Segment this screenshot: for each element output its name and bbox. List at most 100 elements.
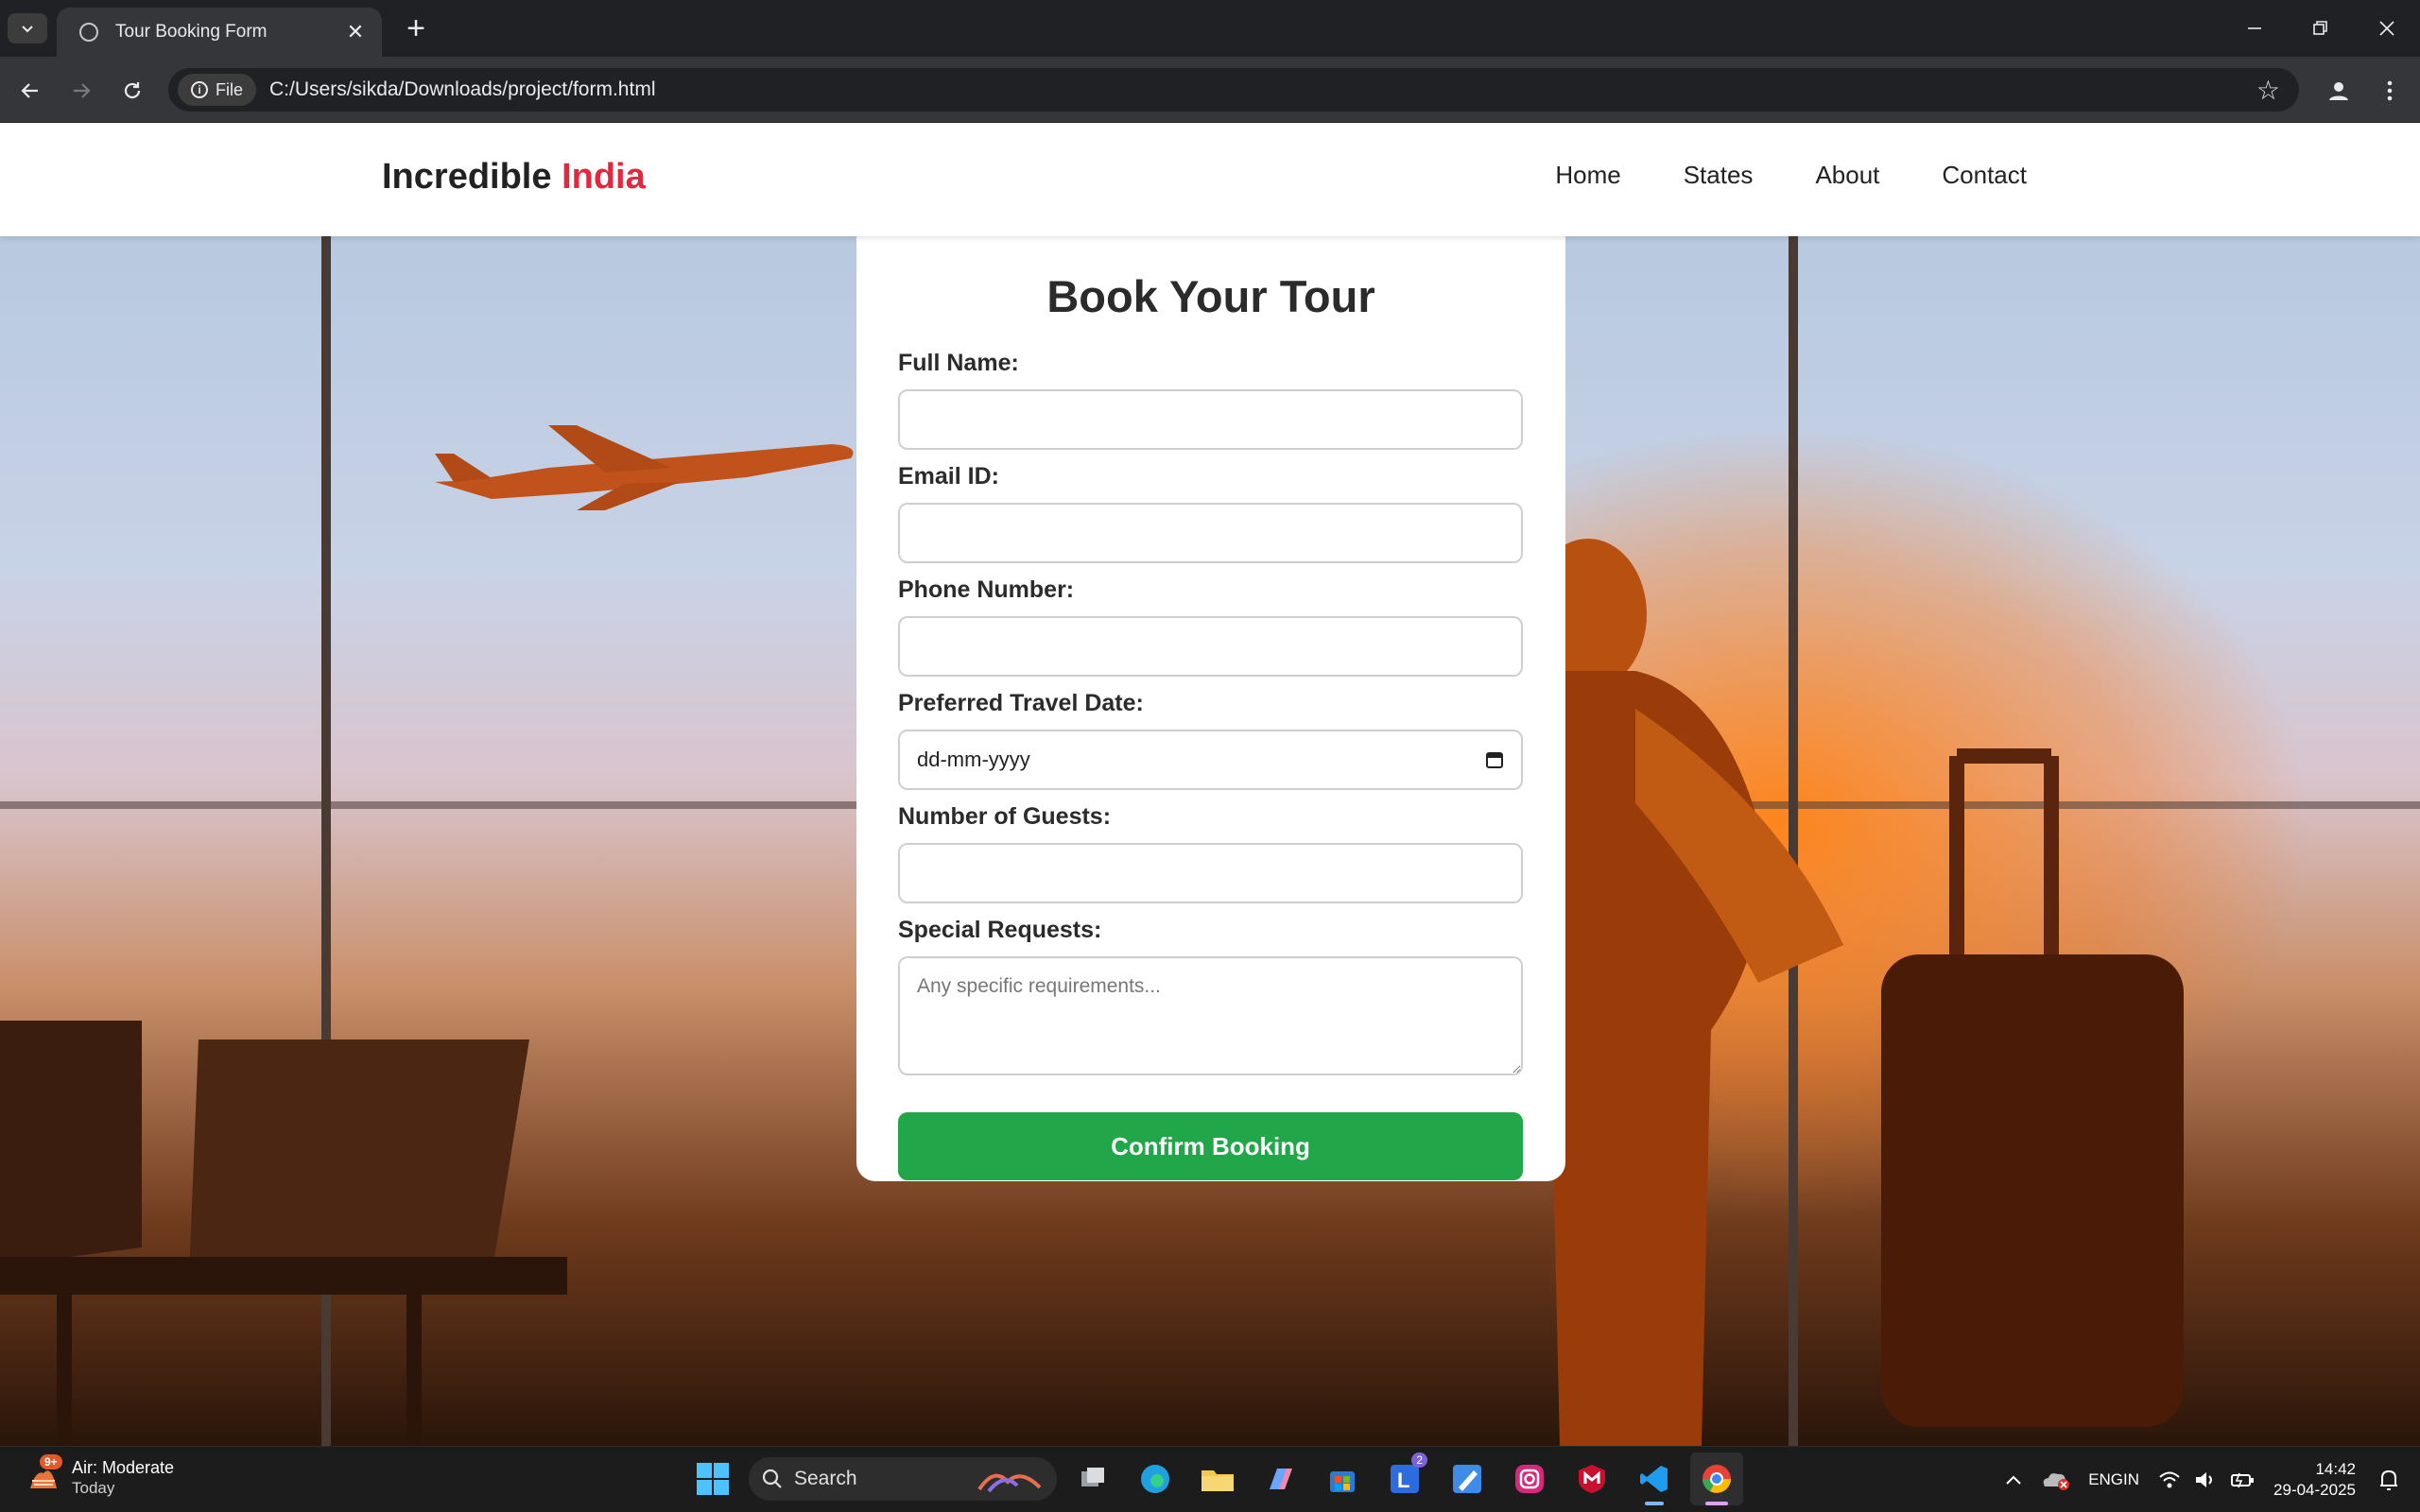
taskbar-search[interactable]: Search xyxy=(749,1457,1057,1501)
page-viewport: Incredible India Home States About Conta… xyxy=(0,123,2420,1446)
nav-link-about[interactable]: About xyxy=(1815,161,1879,190)
url-text[interactable]: C:/Users/sikda/Downloads/project/form.ht… xyxy=(269,78,2256,101)
nav-link-states[interactable]: States xyxy=(1684,161,1754,190)
app-notification-badge: 2 xyxy=(1411,1452,1427,1468)
tab-close-icon[interactable]: ✕ xyxy=(342,20,369,44)
close-icon xyxy=(2379,21,2394,36)
taskbar-apps: Search L 2 xyxy=(686,1452,1743,1505)
minimize-icon xyxy=(2248,27,2261,29)
folder-icon xyxy=(1201,1470,1234,1491)
travel-date-field: Preferred Travel Date: dd-mm-yyyy xyxy=(898,690,1524,790)
travel-date-value: dd-mm-yyyy xyxy=(917,747,1030,771)
restore-button[interactable] xyxy=(2288,0,2354,57)
search-highlight-icon xyxy=(977,1473,1042,1493)
confirm-booking-button[interactable]: Confirm Booking xyxy=(898,1112,1523,1180)
site-info-chip[interactable]: i File xyxy=(178,74,257,106)
browser-tabstrip: Tour Booking Form ✕ + xyxy=(0,0,2420,57)
edge-icon xyxy=(1141,1465,1169,1493)
search-icon xyxy=(762,1469,782,1488)
weather-widget[interactable]: 9+ Air: Moderate Today xyxy=(26,1454,174,1498)
editor-app[interactable] xyxy=(1441,1452,1494,1505)
clock-time: 14:42 xyxy=(2315,1460,2356,1478)
windows-logo-icon xyxy=(697,1463,729,1495)
reload-button[interactable] xyxy=(115,74,149,108)
minimize-button[interactable] xyxy=(2221,0,2288,57)
profile-button[interactable] xyxy=(2322,74,2356,108)
onedrive-status[interactable] xyxy=(2041,1469,2070,1490)
language-top: ENG xyxy=(2088,1470,2124,1488)
full-name-input[interactable] xyxy=(898,389,1523,450)
site-navbar: Incredible India Home States About Conta… xyxy=(0,123,2420,236)
phone-input[interactable] xyxy=(898,616,1523,677)
arrow-left-icon xyxy=(21,83,38,98)
full-name-field: Full Name: xyxy=(898,350,1524,450)
nav-link-home[interactable]: Home xyxy=(1555,161,1620,190)
vscode-icon xyxy=(1640,1466,1668,1492)
form-title: Book Your Tour xyxy=(1046,271,1375,321)
shield-icon xyxy=(1579,1465,1605,1493)
more-vertical-icon xyxy=(2387,80,2393,101)
file-explorer-app[interactable] xyxy=(1191,1452,1244,1505)
bell-icon xyxy=(2380,1469,2397,1490)
email-field: Email ID: xyxy=(898,463,1524,563)
browser-menu-button[interactable] xyxy=(2373,74,2407,108)
browser-tab-active[interactable]: Tour Booking Form ✕ xyxy=(57,8,382,57)
full-name-label: Full Name: xyxy=(898,350,1019,376)
address-bar[interactable]: i File C:/Users/sikda/Downloads/project/… xyxy=(168,68,2299,112)
copilot-icon xyxy=(1270,1469,1292,1489)
site-logo[interactable]: Incredible India xyxy=(382,157,646,198)
booking-form-card: Book Your Tour Full Name: Email ID: Phon… xyxy=(856,236,1565,1181)
email-input[interactable] xyxy=(898,503,1523,563)
cloud-error-icon xyxy=(2043,1473,2070,1490)
weather-badge: 9+ xyxy=(40,1454,62,1469)
battery-icon xyxy=(2231,1472,2255,1488)
copilot-app[interactable] xyxy=(1253,1452,1306,1505)
window-controls xyxy=(2221,0,2420,57)
store-app[interactable] xyxy=(1316,1452,1369,1505)
system-tray: ENG IN 14:42 29-04-2025 xyxy=(1996,1447,2420,1512)
tab-search-button[interactable] xyxy=(8,13,47,43)
new-tab-button[interactable]: + xyxy=(399,11,433,45)
close-window-button[interactable] xyxy=(2354,0,2420,57)
weather-subtitle: Today xyxy=(72,1479,115,1497)
requests-field: Special Requests: xyxy=(898,917,1524,1080)
l-app-icon: L xyxy=(1391,1465,1419,1493)
special-requests-textarea[interactable] xyxy=(898,956,1523,1075)
forward-button[interactable] xyxy=(64,74,98,108)
person-icon xyxy=(2329,82,2348,100)
browser-toolbar: i File C:/Users/sikda/Downloads/project/… xyxy=(0,57,2420,123)
info-icon: i xyxy=(191,81,208,98)
arrow-right-icon xyxy=(74,83,91,98)
vscode-app[interactable] xyxy=(1628,1452,1681,1505)
notifications-button[interactable] xyxy=(2378,1469,2399,1491)
mcafee-app[interactable] xyxy=(1565,1452,1618,1505)
travel-date-input[interactable]: dd-mm-yyyy xyxy=(898,730,1523,790)
clock[interactable]: 14:42 29-04-2025 xyxy=(2273,1459,2356,1501)
chrome-app[interactable] xyxy=(1690,1452,1743,1505)
phone-label: Phone Number: xyxy=(898,576,1075,603)
chrome-icon xyxy=(1703,1465,1731,1493)
show-hidden-icons-button[interactable] xyxy=(2005,1474,2022,1486)
search-label: Search xyxy=(794,1468,857,1489)
start-button[interactable] xyxy=(686,1452,739,1505)
brand-accent: India xyxy=(562,157,646,197)
calendar-icon[interactable] xyxy=(1485,750,1504,769)
restore-icon xyxy=(2313,21,2327,35)
l-app[interactable]: L 2 xyxy=(1378,1452,1431,1505)
task-view-button[interactable] xyxy=(1066,1452,1119,1505)
email-label: Email ID: xyxy=(898,463,999,490)
edge-app[interactable] xyxy=(1129,1452,1182,1505)
active-app-indicator xyxy=(1705,1502,1728,1505)
bookmark-star-icon[interactable]: ☆ xyxy=(2256,75,2280,106)
air-quality-icon: 9+ xyxy=(26,1454,62,1494)
language-indicator[interactable]: ENG IN xyxy=(2088,1470,2139,1489)
quick-settings-button[interactable] xyxy=(2158,1470,2255,1489)
volume-icon xyxy=(2196,1472,2213,1487)
bench-silhouette xyxy=(0,1021,567,1446)
instagram-app[interactable] xyxy=(1503,1452,1556,1505)
nav-link-contact[interactable]: Contact xyxy=(1942,161,2027,190)
guests-input[interactable] xyxy=(898,843,1523,903)
back-button[interactable] xyxy=(13,74,47,108)
requests-label: Special Requests: xyxy=(898,917,1102,943)
travel-date-label: Preferred Travel Date: xyxy=(898,690,1144,716)
